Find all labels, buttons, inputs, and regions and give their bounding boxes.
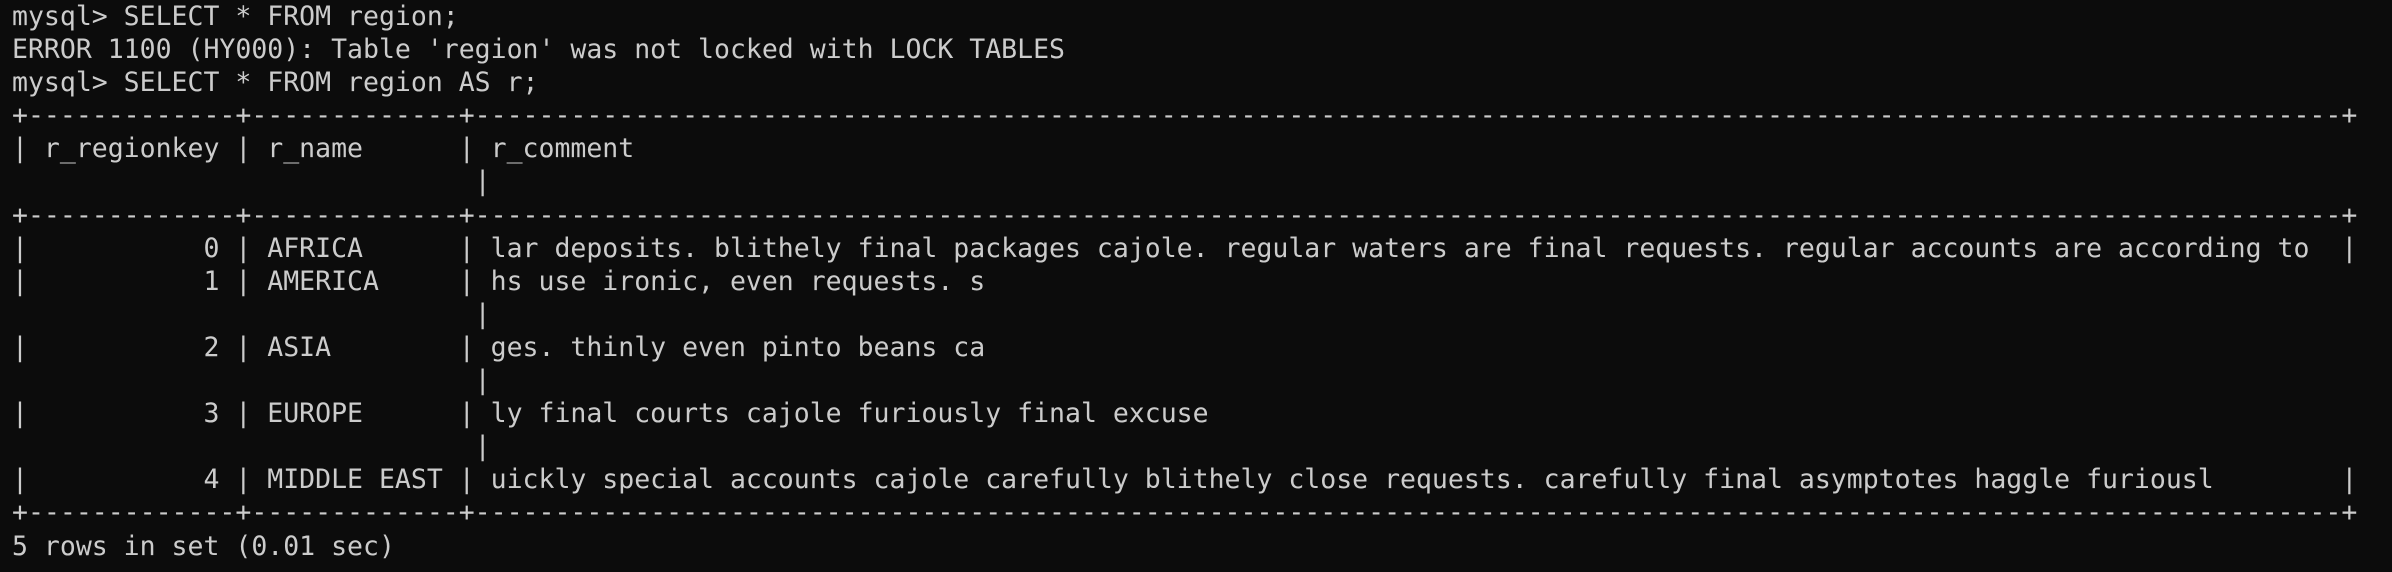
table-border: +-------------+-------------+-----------… bbox=[12, 199, 2358, 231]
prompt-line: mysql> SELECT * FROM region AS r; bbox=[12, 67, 539, 99]
table-row: | 0 | AFRICA | lar deposits. blithely fi… bbox=[12, 232, 2358, 264]
result-summary: 5 rows in set (0.01 sec) bbox=[12, 530, 395, 562]
table-wrap-line: | bbox=[12, 365, 491, 397]
terminal-window[interactable]: mysql> SELECT * FROM region; ERROR 1100 … bbox=[0, 0, 2392, 572]
table-row: | 3 | EUROPE | ly final courts cajole fu… bbox=[12, 398, 1209, 430]
table-wrap-line: | bbox=[12, 166, 491, 198]
table-border: +-------------+-------------+-----------… bbox=[12, 100, 2358, 132]
table-header-row: | r_regionkey | r_name | r_comment bbox=[12, 133, 635, 165]
table-wrap-line: | bbox=[12, 298, 491, 330]
table-row: | 1 | AMERICA | hs use ironic, even requ… bbox=[12, 265, 986, 297]
prompt-line: mysql> SELECT * FROM region; bbox=[12, 1, 459, 32]
table-wrap-line: | bbox=[12, 431, 491, 463]
table-row: | 4 | MIDDLE EAST | uickly special accou… bbox=[12, 464, 2358, 496]
error-line: ERROR 1100 (HY000): Table 'region' was n… bbox=[12, 34, 1065, 66]
table-border: +-------------+-------------+-----------… bbox=[12, 497, 2358, 529]
table-row: | 2 | ASIA | ges. thinly even pinto bean… bbox=[12, 331, 986, 363]
